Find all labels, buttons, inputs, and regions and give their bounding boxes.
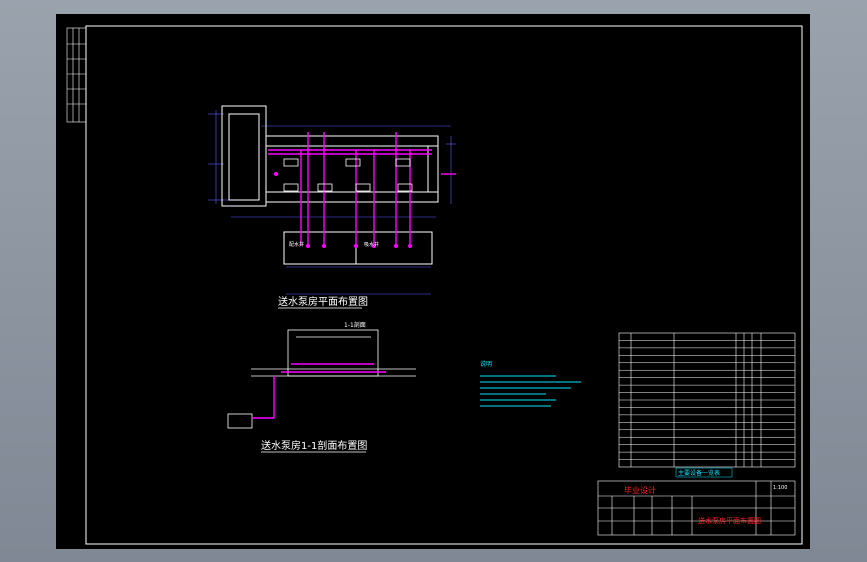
valves xyxy=(274,172,412,248)
notes-lines xyxy=(480,375,581,407)
notes-heading: 说明 xyxy=(480,360,492,368)
section-view: 1-1剖面 送水泵房1-1剖面布置图 xyxy=(227,321,416,453)
cad-drawing: 配水井 吸水井 送水泵房平面布置图 1-1剖面 送水泵房1-1剖面布置图 说明 xyxy=(66,25,803,545)
section-pipes xyxy=(252,363,386,419)
section-structure xyxy=(227,329,416,429)
plan-view: 配水井 吸水井 送水泵房平面布置图 xyxy=(208,105,456,309)
sheet-border xyxy=(85,25,803,545)
drawing-scale: 1:100 xyxy=(773,485,787,491)
project-title: 毕业设计 xyxy=(624,485,656,495)
pump-house-walls xyxy=(221,105,439,265)
room-label-suction-well: 吸水井 xyxy=(364,241,379,248)
binding-strip xyxy=(66,27,87,123)
room-label-distribution-well: 配水井 xyxy=(289,241,304,248)
title-block: 毕业设计 送水泵房平面布置图 1:100 xyxy=(597,480,796,536)
equipment-table-caption: 主要设备一览表 xyxy=(678,469,720,477)
plan-view-title: 送水泵房平面布置图 xyxy=(278,295,368,308)
drawing-name: 送水泵房平面布置图 xyxy=(698,516,761,525)
notes-block: 说明 xyxy=(480,360,581,407)
drawing-sheet: 配水井 吸水井 送水泵房平面布置图 1-1剖面 送水泵房1-1剖面布置图 说明 xyxy=(56,14,810,549)
equipment-table: 主要设备一览表 xyxy=(618,332,796,478)
section-label: 1-1剖面 xyxy=(344,321,366,329)
section-view-title: 送水泵房1-1剖面布置图 xyxy=(261,439,367,452)
pump-units xyxy=(283,158,413,192)
